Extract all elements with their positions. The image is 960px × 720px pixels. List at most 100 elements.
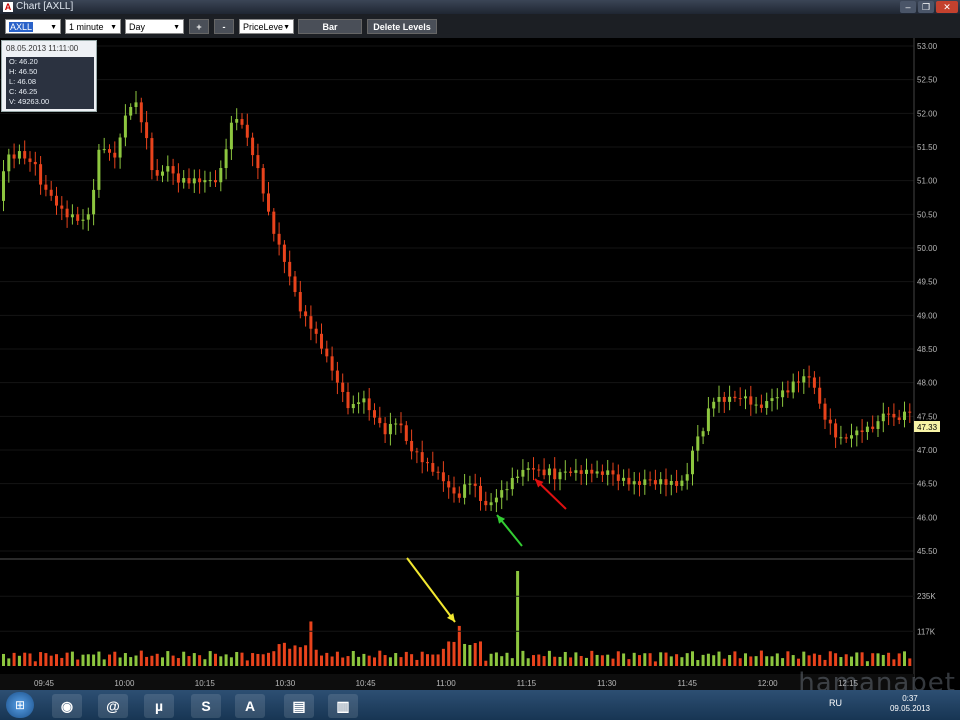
volume-bar bbox=[887, 652, 891, 666]
candle-body bbox=[892, 413, 896, 418]
trading-app-icon[interactable]: A bbox=[235, 694, 265, 718]
volume-bar bbox=[23, 652, 27, 666]
window-controls: – ❐ ✕ bbox=[900, 1, 958, 13]
maximize-icon[interactable]: ❐ bbox=[918, 1, 934, 13]
candle-body bbox=[781, 390, 785, 398]
current-price-marker: 47.33 bbox=[914, 421, 940, 432]
candle-body bbox=[65, 208, 69, 218]
explorer-icon[interactable]: ▤ bbox=[284, 694, 314, 718]
candle-body bbox=[415, 451, 419, 453]
volume-bar bbox=[521, 650, 525, 666]
volume-bar bbox=[293, 645, 297, 666]
chrome-icon[interactable]: ◉ bbox=[52, 694, 82, 718]
candle-body bbox=[728, 396, 732, 402]
volume-bar bbox=[267, 652, 270, 666]
volume-bar bbox=[802, 651, 806, 666]
utorrent-icon[interactable]: µ bbox=[144, 694, 174, 718]
candle-body bbox=[505, 489, 509, 491]
taskbar: ⊞ ◉ @ µ S A ▤ ▥ RU 0:37 09.05.2013 bbox=[0, 690, 960, 720]
chevron-down-icon: ▼ bbox=[283, 24, 290, 31]
volume-bar bbox=[288, 648, 292, 666]
interval-select[interactable]: 1 minute ▼ bbox=[65, 19, 121, 34]
minimize-icon[interactable]: – bbox=[900, 1, 916, 13]
zoom-in-button[interactable]: + bbox=[189, 19, 209, 34]
time-tick-label: 11:15 bbox=[517, 679, 537, 688]
volume-bar bbox=[680, 657, 684, 666]
volume-bar bbox=[251, 653, 255, 666]
candle-body bbox=[436, 471, 440, 473]
windows-start-icon[interactable]: ⊞ bbox=[6, 692, 34, 718]
candle-body bbox=[759, 404, 763, 408]
tray-clock[interactable]: 0:37 09.05.2013 bbox=[890, 694, 930, 714]
volume-bar bbox=[638, 655, 641, 666]
candle-body bbox=[272, 211, 276, 234]
mail-agent-icon[interactable]: @ bbox=[98, 694, 128, 718]
candle-body bbox=[309, 316, 313, 329]
close-icon[interactable]: ✕ bbox=[936, 1, 958, 13]
time-tick-label: 10:45 bbox=[356, 679, 377, 688]
chevron-down-icon: ▼ bbox=[50, 24, 57, 31]
candle-body bbox=[60, 205, 64, 209]
volume-bar bbox=[171, 655, 175, 666]
candle-body bbox=[600, 471, 604, 475]
candle-body bbox=[834, 423, 838, 438]
volume-bar bbox=[876, 653, 880, 666]
zoom-out-button[interactable]: - bbox=[214, 19, 234, 34]
price-tick-label: 51.50 bbox=[917, 143, 938, 152]
volume-bar bbox=[542, 656, 546, 666]
volume-bar bbox=[479, 641, 482, 666]
candle-body bbox=[267, 193, 270, 212]
language-indicator[interactable]: RU bbox=[829, 698, 842, 708]
candle-body bbox=[17, 151, 21, 159]
candle-body bbox=[558, 472, 562, 480]
candle-body bbox=[198, 178, 202, 183]
volume-bar bbox=[574, 652, 578, 666]
candle-body bbox=[240, 119, 244, 125]
study-value: PriceLeve bbox=[243, 22, 284, 32]
candle-body bbox=[616, 474, 620, 481]
book-reader-icon[interactable]: ▥ bbox=[328, 694, 358, 718]
candle-body bbox=[224, 149, 228, 169]
green-arrow bbox=[496, 514, 523, 547]
candle-body bbox=[802, 376, 806, 383]
delete-levels-button[interactable]: Delete Levels bbox=[367, 19, 437, 34]
candle-body bbox=[277, 233, 281, 245]
symbol-select[interactable]: AXLL ▼ bbox=[5, 19, 61, 34]
volume-bar bbox=[749, 656, 753, 666]
candle-body bbox=[108, 149, 111, 153]
volume-bar bbox=[261, 654, 265, 666]
volume-bar bbox=[606, 654, 610, 666]
candle-body bbox=[383, 423, 387, 435]
volume-bar bbox=[823, 659, 827, 666]
time-tick-label: 09:45 bbox=[34, 679, 55, 688]
candle-body bbox=[585, 469, 588, 474]
skype-icon[interactable]: S bbox=[191, 694, 221, 718]
price-chart[interactable]: 53.00 52.50 52.00 51.50 51.00 50.50 50.00 49.50… bbox=[0, 38, 960, 690]
candle-body bbox=[420, 452, 424, 463]
volume-bar bbox=[155, 653, 159, 666]
volume-bar bbox=[394, 653, 398, 666]
volume-bar bbox=[807, 655, 811, 666]
candle-body bbox=[807, 376, 811, 378]
candle-body bbox=[574, 470, 578, 473]
volume-bar bbox=[452, 641, 456, 666]
volume-bar bbox=[738, 658, 742, 666]
volume-tick-label: 235K bbox=[917, 592, 936, 601]
candle-body bbox=[129, 106, 133, 116]
time-tick-label: 10:00 bbox=[114, 679, 135, 688]
volume-bar bbox=[855, 652, 859, 666]
study-select[interactable]: PriceLeve ▼ bbox=[239, 19, 294, 34]
volume-bar bbox=[176, 658, 180, 666]
current-price-label: 47.33 bbox=[917, 423, 938, 432]
volume-bar bbox=[585, 657, 588, 666]
volume-bar bbox=[330, 656, 334, 666]
candle-body bbox=[97, 149, 101, 190]
candle-body bbox=[860, 430, 864, 433]
volume-bar bbox=[378, 650, 382, 666]
candle-body bbox=[706, 408, 710, 432]
chart-type-button[interactable]: Bar bbox=[298, 19, 362, 34]
candle-body bbox=[696, 436, 700, 451]
volume-bar bbox=[139, 650, 143, 666]
candle-body bbox=[150, 138, 154, 171]
range-select[interactable]: Day ▼ bbox=[125, 19, 184, 34]
